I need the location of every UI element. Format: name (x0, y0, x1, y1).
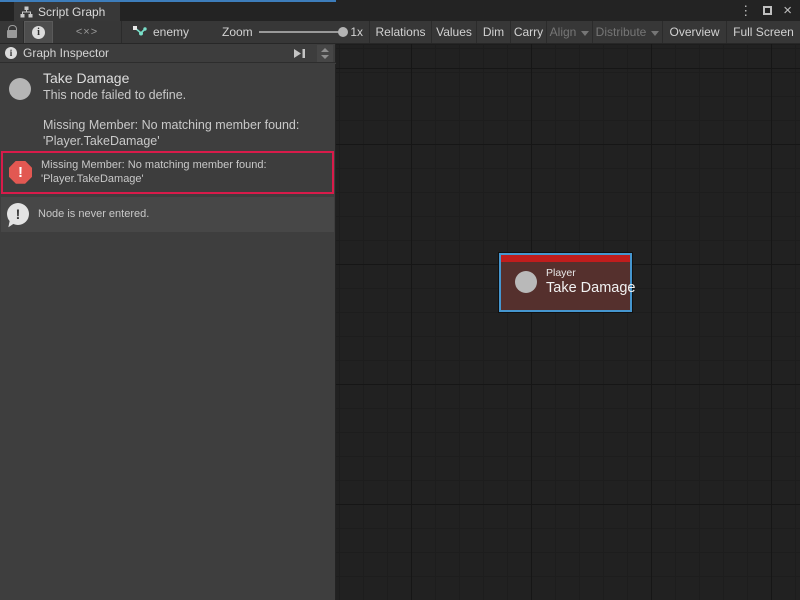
zoom-control: Zoom 1x (222, 21, 370, 43)
inspected-node-subtitle: This node failed to define. (43, 88, 325, 102)
warning-message-text: Node is never entered. (38, 207, 326, 221)
relations-label: Relations (375, 25, 425, 39)
values-label: Values (436, 25, 472, 39)
title-bar: Script Graph ⋮ × (0, 0, 800, 21)
node-body: Player Take Damage (501, 262, 630, 302)
graph-canvas[interactable]: Player Take Damage (336, 44, 800, 600)
align-label: Align (550, 25, 577, 39)
relations-button[interactable]: Relations (370, 21, 432, 43)
values-button[interactable]: Values (432, 21, 477, 43)
maximize-icon[interactable] (763, 6, 772, 15)
take-damage-node[interactable]: Player Take Damage (499, 253, 632, 312)
distribute-label: Distribute (596, 25, 647, 39)
graph-breadcrumb[interactable]: enemy (122, 21, 222, 43)
distribute-button[interactable]: Distribute (593, 21, 663, 43)
inspected-node-error-detail: Missing Member: No matching member found… (43, 117, 333, 150)
script-graph-icon (20, 6, 33, 18)
window-menu-icon[interactable]: ⋮ (739, 4, 752, 17)
overview-label: Overview (669, 25, 719, 39)
edit-source-button[interactable]: <×> (53, 21, 122, 43)
error-icon: ! (9, 161, 32, 184)
carry-label: Carry (514, 25, 543, 39)
dim-label: Dim (483, 25, 504, 39)
graph-toolbar: i <×> enemy Zoom 1x Relations Values Dim… (0, 21, 800, 44)
panel-scroll-spinner[interactable] (317, 45, 333, 62)
graph-name-label: enemy (153, 25, 189, 39)
window-controls: ⋮ × (739, 0, 792, 21)
zoom-label: Zoom (222, 25, 253, 39)
full-screen-label: Full Screen (733, 25, 794, 39)
dock-inspector-icon[interactable] (293, 48, 307, 59)
inspector-toggle-button[interactable]: i (24, 21, 53, 43)
inspected-node-title: Take Damage (43, 70, 325, 86)
tab-script-graph[interactable]: Script Graph (14, 2, 120, 21)
inspector-title: Graph Inspector (23, 46, 287, 60)
dim-button[interactable]: Dim (477, 21, 511, 43)
info-icon: i (32, 26, 45, 39)
tab-label: Script Graph (38, 5, 105, 19)
node-type-label: Player (546, 267, 635, 279)
carry-button[interactable]: Carry (511, 21, 547, 43)
node-title-label: Take Damage (546, 280, 635, 296)
scroll-down-icon[interactable] (321, 55, 329, 59)
lock-button[interactable] (0, 21, 24, 43)
warning-message-box: ! Node is never entered. (1, 197, 334, 232)
warning-icon: ! (7, 203, 29, 225)
zoom-value: 1x (350, 25, 363, 39)
node-error-header-strip (501, 255, 630, 262)
inspector-info-icon: i (5, 47, 17, 59)
graph-inspector-panel: Take Damage This node failed to define. … (0, 64, 336, 600)
overview-button[interactable]: Overview (663, 21, 727, 43)
node-info-section: Take Damage This node failed to define. … (0, 64, 335, 148)
scroll-up-icon[interactable] (321, 48, 329, 52)
zoom-slider-handle[interactable] (338, 27, 348, 37)
error-message-box: ! Missing Member: No matching member fou… (1, 151, 334, 194)
full-screen-button[interactable]: Full Screen (727, 21, 800, 43)
align-caret-icon (581, 31, 589, 36)
error-message-text: Missing Member: No matching member found… (41, 158, 324, 187)
node-target-icon (515, 271, 537, 293)
node-preview-icon (9, 78, 31, 100)
code-icon: <×> (76, 26, 98, 38)
graph-icon (132, 25, 147, 39)
graph-inspector-header: i Graph Inspector (0, 44, 336, 63)
lock-icon (7, 30, 17, 38)
close-icon[interactable]: × (783, 3, 792, 18)
zoom-slider[interactable] (259, 31, 345, 33)
align-button[interactable]: Align (547, 21, 593, 43)
distribute-caret-icon (651, 31, 659, 36)
